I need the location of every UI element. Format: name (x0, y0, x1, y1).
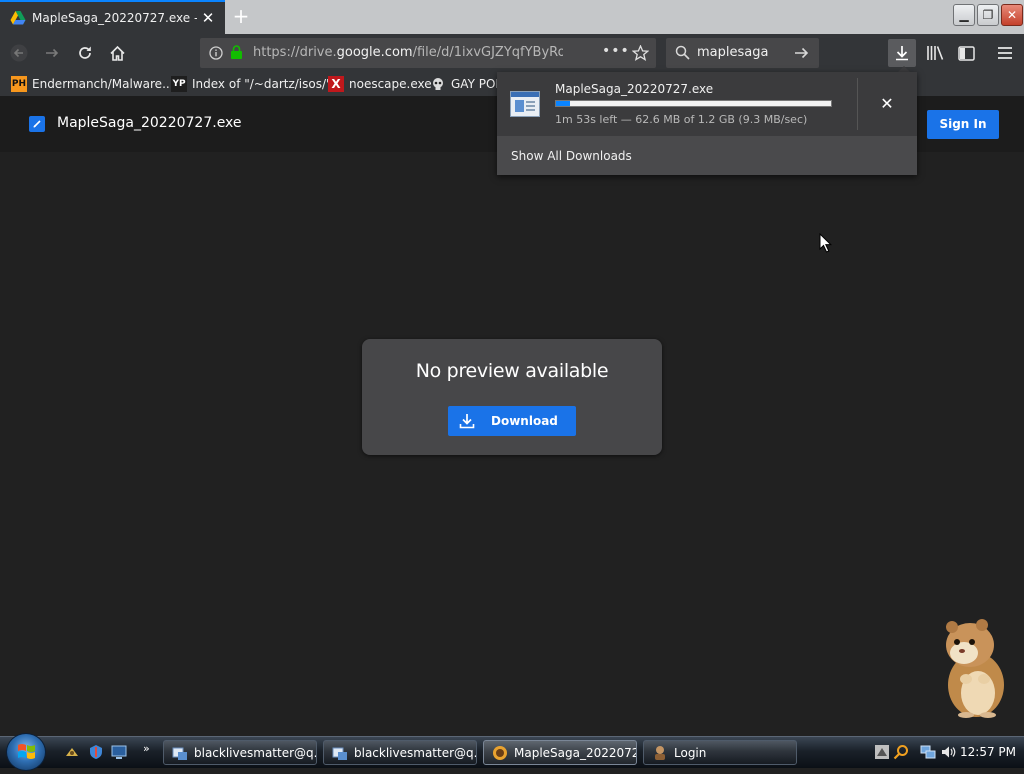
bookmark-item[interactable]: X noescape.exe (328, 76, 432, 92)
url-text[interactable]: https://drive.google.com/file/d/1ixvGJZY… (253, 45, 563, 60)
download-button[interactable]: Download (448, 406, 576, 436)
address-bar[interactable]: https://drive.google.com/file/d/1ixvGJZY… (200, 38, 656, 68)
network-tray-icon[interactable] (920, 744, 936, 760)
no-preview-title: No preview available (415, 360, 609, 382)
volume-icon[interactable] (940, 744, 956, 760)
executable-file-icon (510, 91, 540, 117)
bookmark-item[interactable]: PH Endermanch/Malware... (11, 76, 174, 92)
downloads-panel-footer[interactable]: Show All Downloads (497, 136, 917, 175)
no-preview-card: No preview available Download (362, 339, 662, 455)
show-all-downloads-link[interactable]: Show All Downloads (511, 149, 632, 163)
taskbar-item[interactable]: blacklivesmatter@q... (163, 740, 317, 765)
firefox-nightly-icon (493, 745, 507, 760)
download-item-divider (857, 78, 858, 130)
window-close-button[interactable]: ✕ (1001, 4, 1023, 26)
taskbar-item[interactable]: blacklivesmatter@q... (323, 740, 477, 765)
download-icon (459, 414, 475, 429)
navigation-toolbar: https://drive.google.com/file/d/1ixvGJZY… (0, 34, 1024, 72)
forward-icon[interactable] (41, 42, 63, 64)
hamburger-menu-icon[interactable] (994, 42, 1016, 64)
hamster-desktop-pet-icon[interactable] (940, 615, 1010, 719)
tab-title: MapleSaga_20220727.exe - Google Drive (32, 11, 197, 25)
lock-icon[interactable] (230, 45, 243, 60)
search-icon (675, 45, 690, 60)
bookmark-star-icon[interactable] (632, 45, 649, 61)
download-item[interactable]: MapleSaga_20220727.exe 1m 53s left — 62.… (497, 72, 857, 136)
x-favicon-icon: X (328, 76, 344, 92)
pornhub-favicon-icon: PH (11, 76, 27, 92)
bookmark-item[interactable]: GAY POR (430, 76, 504, 92)
downloads-panel: MapleSaga_20220727.exe 1m 53s left — 62.… (497, 72, 917, 175)
show-desktop-icon[interactable] (111, 744, 127, 760)
windows-taskbar: » blacklivesmatter@q... blacklivesmatter… (0, 733, 1024, 771)
network-window-icon (332, 747, 347, 760)
download-progress-bar (555, 100, 832, 107)
search-go-arrow-icon[interactable] (794, 45, 810, 61)
page-actions-icon[interactable]: ••• (602, 43, 630, 59)
start-button[interactable] (6, 733, 46, 771)
home-icon[interactable] (106, 42, 128, 64)
file-name: MapleSaga_20220727.exe (57, 115, 242, 131)
quicklaunch-shield-icon[interactable] (88, 744, 104, 760)
download-file-name: MapleSaga_20220727.exe (555, 82, 714, 96)
network-window-icon (172, 747, 187, 760)
new-tab-icon[interactable]: + (230, 5, 252, 27)
search-bar[interactable]: maplesaga (666, 38, 819, 68)
system-tray: 12:57 PM (868, 737, 1024, 768)
taskbar-item[interactable]: Login (643, 740, 797, 765)
quicklaunch-more-icon[interactable]: » (143, 742, 150, 755)
page-content: MapleSaga_20220727.exe Sign In No previe… (0, 96, 1024, 736)
cancel-download-icon[interactable]: ✕ (877, 94, 897, 114)
window-restore-button[interactable]: ❐ (977, 4, 999, 26)
download-status: 1m 53s left — 62.6 MB of 1.2 GB (9.3 MB/… (555, 113, 808, 126)
info-icon[interactable] (209, 46, 223, 60)
mouse-cursor-icon (819, 233, 833, 253)
search-input[interactable]: maplesaga (697, 45, 768, 60)
tab-strip: MapleSaga_20220727.exe - Google Drive ✕ … (0, 0, 1024, 34)
windows-logo-icon (18, 744, 35, 759)
quicklaunch-app-icon[interactable] (64, 744, 80, 760)
library-icon[interactable] (924, 42, 946, 64)
downloads-button[interactable] (888, 39, 916, 67)
taskbar-item[interactable]: MapleSaga_2022072... (483, 740, 637, 765)
login-app-icon (655, 745, 665, 760)
bookmark-item[interactable]: YP Index of "/~dartz/isos/" (171, 76, 332, 92)
exe-file-icon (29, 116, 45, 132)
sign-in-button[interactable]: Sign In (927, 110, 999, 139)
google-drive-icon (10, 11, 26, 25)
tab-close-icon[interactable]: ✕ (201, 11, 215, 26)
youporn-favicon-icon: YP (171, 76, 187, 92)
window-minimize-button[interactable]: ▁ (953, 4, 975, 26)
reload-icon[interactable] (74, 42, 96, 64)
sidebar-toggle-icon[interactable] (955, 42, 977, 64)
tray-search-icon[interactable] (893, 744, 909, 760)
tab-google-drive[interactable]: MapleSaga_20220727.exe - Google Drive ✕ (0, 0, 225, 34)
skull-favicon-icon (430, 76, 446, 92)
download-arrow-icon (896, 46, 908, 61)
taskbar-clock[interactable]: 12:57 PM (960, 745, 1016, 759)
back-icon[interactable] (8, 42, 30, 64)
download-progress-fill (556, 101, 570, 106)
tray-app-icon[interactable] (874, 744, 890, 760)
